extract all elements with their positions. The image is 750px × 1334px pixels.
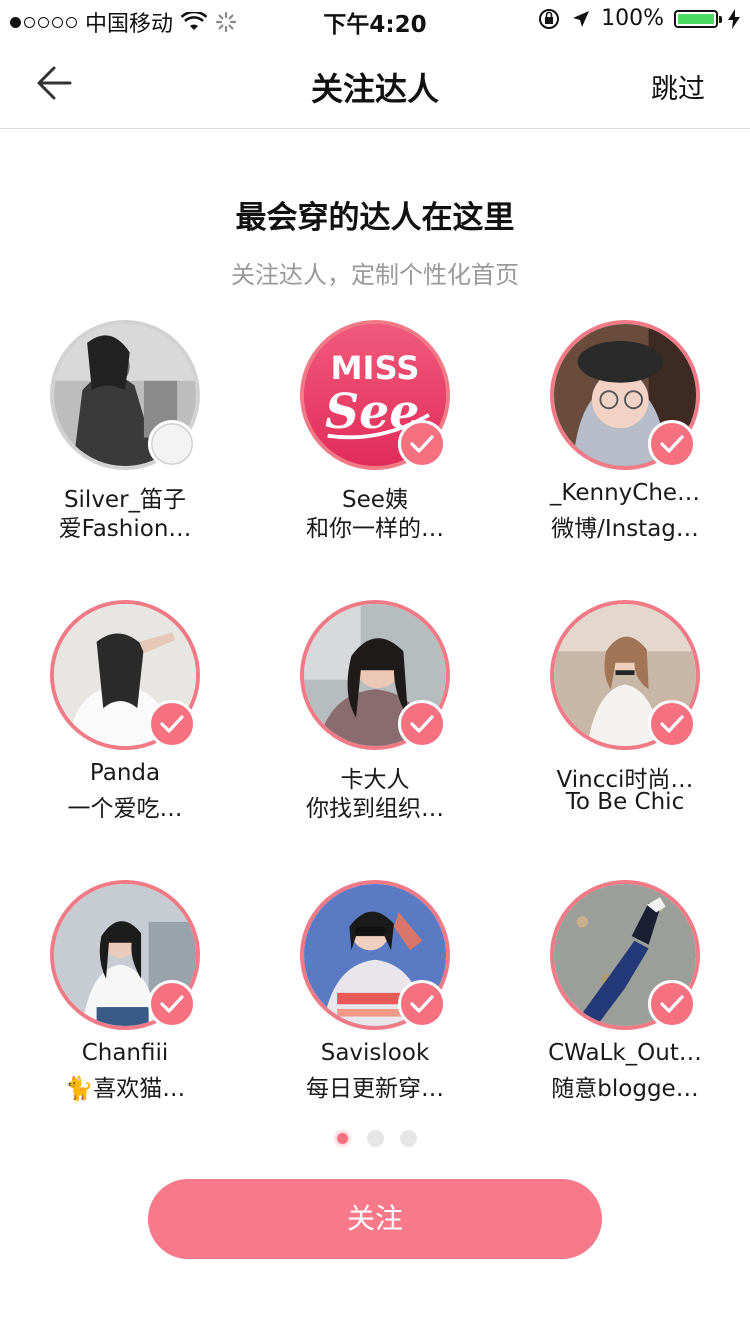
location-icon: [573, 10, 590, 27]
checkmark-icon: [660, 995, 684, 1013]
page-indicator: [0, 1130, 750, 1147]
page-dot-2[interactable]: [366, 1130, 384, 1147]
blogger-name: _KennyChe…: [549, 480, 701, 506]
follow-checkbox[interactable]: [148, 980, 196, 1028]
blogger-card[interactable]: Chanfiii 🐈喜欢猫…: [0, 878, 250, 1158]
follow-checkbox[interactable]: [648, 420, 696, 468]
blogger-card[interactable]: Silver_笛子 爱Fashion…: [0, 318, 250, 598]
battery-percentage: 100%: [601, 6, 664, 31]
page-dot-3[interactable]: [399, 1130, 417, 1147]
blogger-card[interactable]: Savislook 每日更新穿…: [250, 878, 500, 1158]
blogger-description: 爱Fashion…: [58, 516, 192, 542]
checkmark-icon: [660, 715, 684, 733]
svg-text:MISS: MISS: [331, 349, 420, 387]
blogger-card[interactable]: MISS See See姨 和你一样的…: [250, 318, 500, 598]
blogger-description: 微博/Instag…: [551, 516, 699, 542]
follow-checkbox[interactable]: [148, 420, 196, 468]
blogger-card[interactable]: Vincci时尚… To Be Chic: [500, 598, 750, 878]
blogger-description: 随意blogge…: [551, 1076, 699, 1102]
blogger-name: CWaLk_Out…: [548, 1040, 702, 1066]
follow-checkbox[interactable]: [648, 700, 696, 748]
battery-icon: [674, 9, 722, 28]
checkmark-icon: [410, 715, 434, 733]
blogger-card[interactable]: CWaLk_Out… 随意blogge…: [500, 878, 750, 1158]
navigation-bar: 关注达人 跳过: [0, 40, 750, 129]
follow-checkbox[interactable]: [648, 980, 696, 1028]
blogger-description: 每日更新穿…: [306, 1076, 444, 1102]
orientation-lock-icon: [539, 8, 560, 29]
blogger-name: Panda: [89, 760, 161, 786]
blogger-description: To Be Chic: [565, 789, 685, 815]
follow-checkbox[interactable]: [398, 700, 446, 748]
checkmark-icon: [160, 715, 184, 733]
charging-icon: [728, 8, 740, 29]
blogger-card[interactable]: Panda 一个爱吃…: [0, 598, 250, 878]
follow-checkbox[interactable]: [148, 700, 196, 748]
checkmark-icon: [660, 435, 684, 453]
status-bar: 中国移动 下午4:20 100%: [0, 0, 750, 40]
skip-button[interactable]: 跳过: [651, 67, 705, 106]
page-dot-1[interactable]: [333, 1130, 351, 1147]
follow-checkbox[interactable]: [398, 980, 446, 1028]
checkmark-icon: [410, 995, 434, 1013]
blogger-card[interactable]: _KennyChe… 微博/Instag…: [500, 318, 750, 598]
page-title: 关注达人: [310, 70, 439, 108]
follow-button[interactable]: 关注: [148, 1179, 602, 1259]
headline: 最会穿的达人在这里: [235, 200, 515, 236]
checkmark-icon: [410, 435, 434, 453]
blogger-description: 你找到组织…: [306, 796, 444, 822]
blogger-card[interactable]: 卡大人 你找到组织…: [250, 598, 500, 878]
checkmark-icon: [160, 995, 184, 1013]
subheadline: 关注达人，定制个性化首页: [231, 261, 519, 289]
follow-checkbox[interactable]: [398, 420, 446, 468]
blogger-description: 一个爱吃…: [67, 796, 183, 822]
blogger-name: Chanfiii: [81, 1040, 169, 1066]
blogger-name: Savislook: [320, 1040, 430, 1066]
blogger-description: 和你一样的…: [306, 516, 444, 542]
blogger-description: 🐈喜欢猫…: [64, 1076, 186, 1102]
